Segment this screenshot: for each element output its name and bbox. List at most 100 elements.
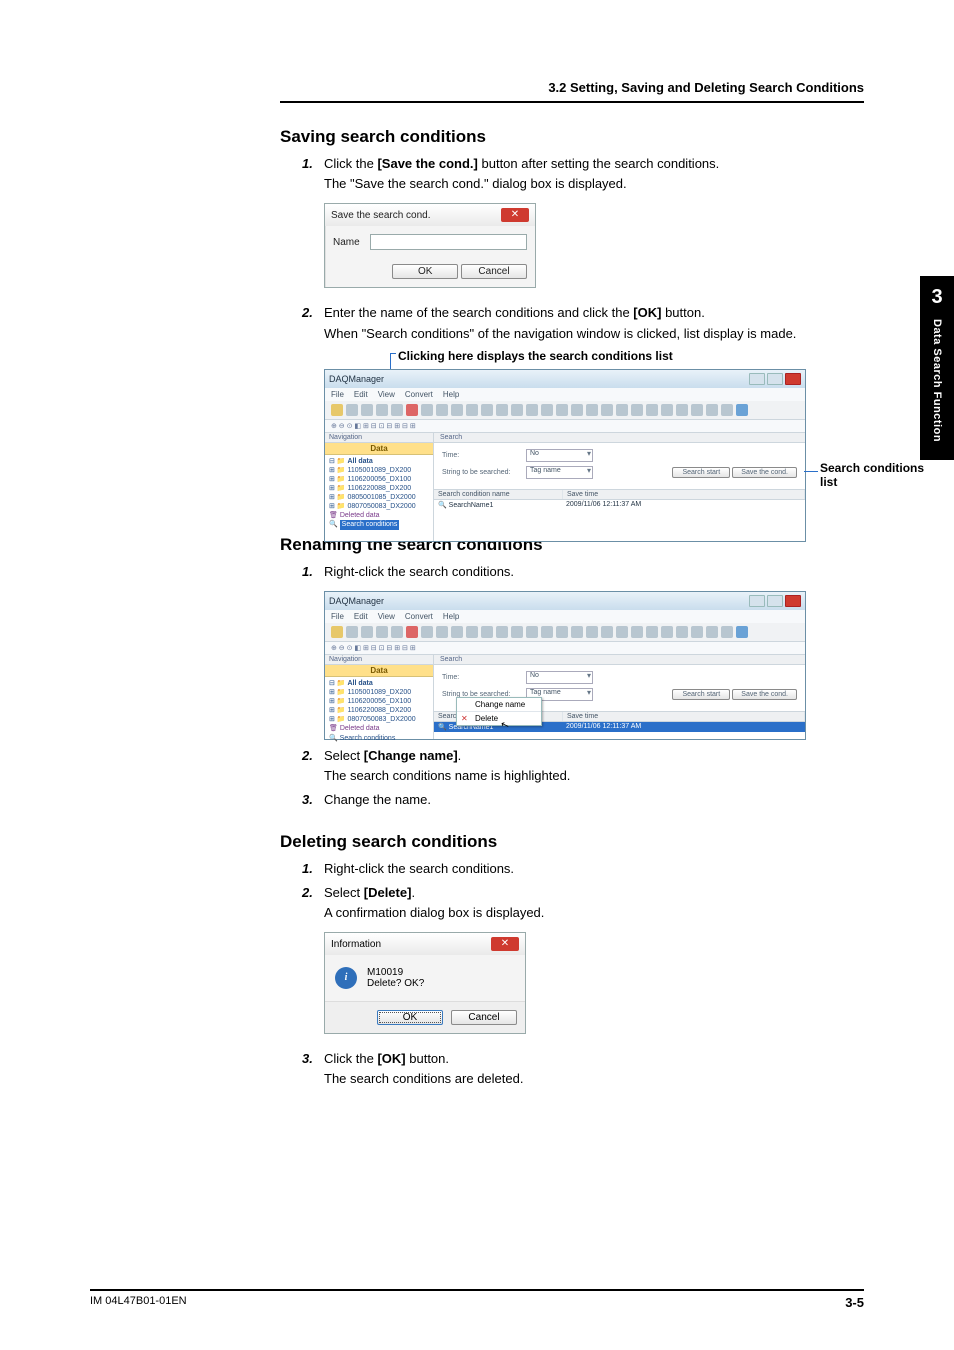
toolbar-icon[interactable] [406, 404, 418, 416]
cancel-button[interactable]: Cancel [451, 1010, 517, 1025]
toolbar-icon[interactable] [691, 404, 703, 416]
tree-deleted[interactable]: Deleted data [340, 725, 380, 732]
toolbar-icon[interactable] [571, 404, 583, 416]
toolbar-icon[interactable] [541, 404, 553, 416]
toolbar-icon[interactable] [541, 626, 553, 638]
ctx-delete[interactable]: Delete ↖ [457, 712, 541, 725]
search-start-button[interactable]: Search start [672, 467, 730, 478]
toolbar-icon[interactable] [436, 404, 448, 416]
tree-search-conditions[interactable]: Search conditions [340, 735, 396, 742]
toolbar-icon[interactable] [526, 404, 538, 416]
toolbar-icon[interactable] [586, 404, 598, 416]
toolbar-icon[interactable] [346, 626, 358, 638]
tree-item[interactable]: 0805001085_DX2000 [347, 494, 415, 501]
toolbar-icon[interactable] [691, 626, 703, 638]
toolbar-icon[interactable] [481, 626, 493, 638]
toolbar-icon[interactable] [556, 404, 568, 416]
maximize-icon[interactable] [767, 595, 783, 607]
toolbar-icon[interactable] [646, 404, 658, 416]
close-icon[interactable]: ✕ [491, 937, 519, 951]
ok-button[interactable]: OK [377, 1010, 443, 1025]
menu-view[interactable]: View [378, 390, 395, 399]
toolbar-icon[interactable] [736, 626, 748, 638]
tree-all-data[interactable]: All data [347, 680, 372, 687]
toolbar-icon[interactable] [601, 404, 613, 416]
toolbar-icon[interactable] [616, 626, 628, 638]
tree-item[interactable]: 1106220088_DX200 [347, 485, 411, 492]
toolbar-icon[interactable] [346, 404, 358, 416]
toolbar-icon[interactable] [631, 626, 643, 638]
toolbar-icon[interactable] [451, 626, 463, 638]
close-icon[interactable] [785, 373, 801, 385]
toolbar-icon[interactable] [571, 626, 583, 638]
toolbar-icon[interactable] [466, 626, 478, 638]
toolbar-icon[interactable] [721, 626, 733, 638]
menu-convert[interactable]: Convert [405, 390, 433, 399]
name-input[interactable] [370, 234, 527, 250]
ok-button[interactable]: OK [392, 264, 458, 279]
toolbar-icon[interactable] [736, 404, 748, 416]
toolbar-icon[interactable] [586, 626, 598, 638]
menu-edit[interactable]: Edit [354, 390, 368, 399]
toolbar-icon[interactable] [421, 404, 433, 416]
menu-convert[interactable]: Convert [405, 612, 433, 621]
toolbar-icon[interactable] [481, 404, 493, 416]
toolbar-icon[interactable] [556, 626, 568, 638]
menu-help[interactable]: Help [443, 390, 459, 399]
search-start-button[interactable]: Search start [672, 689, 730, 700]
toolbar-icon[interactable] [661, 404, 673, 416]
toolbar-icon[interactable] [436, 626, 448, 638]
toolbar-icon[interactable] [511, 404, 523, 416]
toolbar-icon[interactable] [391, 626, 403, 638]
time-select[interactable]: No [526, 449, 593, 462]
tree-search-conditions[interactable]: Search conditions [340, 520, 400, 529]
toolbar-icon[interactable] [331, 404, 343, 416]
toolbar-icon[interactable] [331, 626, 343, 638]
table-row[interactable]: 🔍 SearchName1 2009/11/06 12:11:37 AM [434, 500, 805, 510]
tree-item[interactable]: 1105001089_DX200 [347, 467, 411, 474]
tree-item[interactable]: 1105001089_DX200 [347, 689, 411, 696]
toolbar-icon[interactable] [466, 404, 478, 416]
close-icon[interactable]: ✕ [501, 208, 529, 222]
toolbar-icon[interactable] [631, 404, 643, 416]
tree-item[interactable]: 1106200056_DX100 [347, 476, 411, 483]
tree-item[interactable]: 1106220088_DX200 [347, 707, 411, 714]
tree-item[interactable]: 1106200056_DX100 [347, 698, 411, 705]
time-select[interactable]: No [526, 671, 593, 684]
toolbar-icon[interactable] [616, 404, 628, 416]
menu-view[interactable]: View [378, 612, 395, 621]
cancel-button[interactable]: Cancel [461, 264, 527, 279]
close-icon[interactable] [785, 595, 801, 607]
toolbar-icon[interactable] [421, 626, 433, 638]
toolbar-icon[interactable] [706, 626, 718, 638]
toolbar-icon[interactable] [646, 626, 658, 638]
toolbar-icon[interactable] [406, 626, 418, 638]
save-cond-button[interactable]: Save the cond. [732, 467, 797, 478]
toolbar-icon[interactable] [676, 626, 688, 638]
toolbar-icon[interactable] [601, 626, 613, 638]
toolbar-icon[interactable] [676, 404, 688, 416]
toolbar-icon[interactable] [496, 404, 508, 416]
toolbar-icon[interactable] [361, 404, 373, 416]
tree-item[interactable]: 0807050083_DX2000 [347, 503, 415, 510]
tree-all-data[interactable]: All data [347, 458, 372, 465]
toolbar-icon[interactable] [361, 626, 373, 638]
menu-file[interactable]: File [331, 612, 344, 621]
toolbar-icon[interactable] [376, 626, 388, 638]
tree-item[interactable]: 0807050083_DX2000 [347, 716, 415, 723]
string-select[interactable]: Tag name [526, 466, 593, 479]
toolbar-icon[interactable] [661, 626, 673, 638]
ctx-change-name[interactable]: Change name [457, 698, 541, 712]
toolbar-icon[interactable] [496, 626, 508, 638]
minimize-icon[interactable] [749, 373, 765, 385]
menu-edit[interactable]: Edit [354, 612, 368, 621]
menu-help[interactable]: Help [443, 612, 459, 621]
toolbar-icon[interactable] [451, 404, 463, 416]
maximize-icon[interactable] [767, 373, 783, 385]
minimize-icon[interactable] [749, 595, 765, 607]
toolbar-icon[interactable] [721, 404, 733, 416]
tree-deleted[interactable]: Deleted data [340, 512, 380, 519]
toolbar-icon[interactable] [376, 404, 388, 416]
menu-file[interactable]: File [331, 390, 344, 399]
save-cond-button[interactable]: Save the cond. [732, 689, 797, 700]
